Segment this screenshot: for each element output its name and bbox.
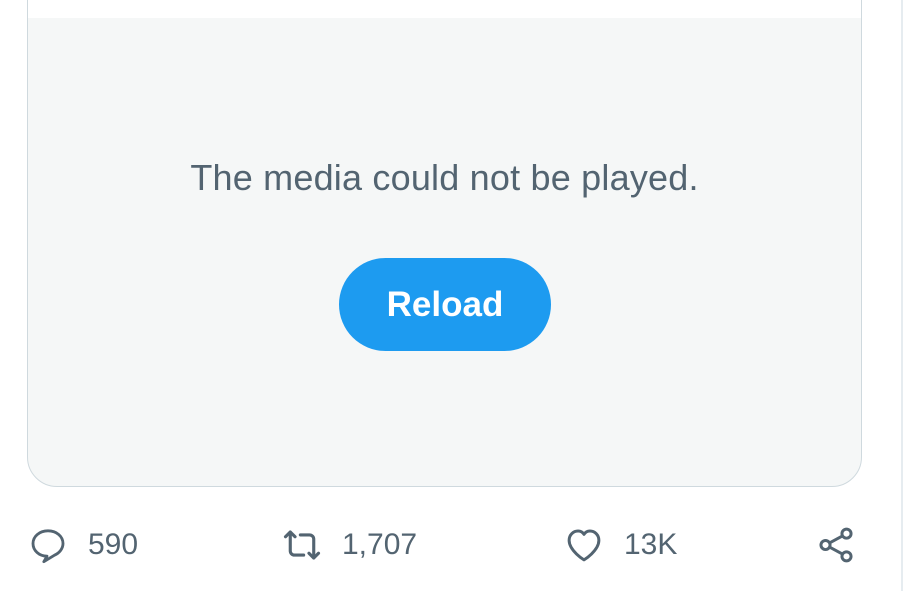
media-player: The media could not be played. Reload [27, 0, 862, 487]
like-button[interactable]: 13K [562, 515, 677, 575]
share-button[interactable] [814, 515, 858, 575]
reply-icon [26, 523, 70, 567]
reload-button[interactable]: Reload [339, 258, 551, 351]
like-count: 13K [624, 528, 678, 561]
retweet-button[interactable]: 1,707 [280, 515, 417, 575]
media-error-message: The media could not be played. [190, 157, 699, 198]
share-icon [814, 523, 858, 567]
reply-count: 590 [88, 528, 139, 561]
retweet-icon [280, 523, 324, 567]
tweet-view: The media could not be played. Reload 59… [0, 0, 906, 591]
media-header-strip [28, 0, 861, 18]
reply-button[interactable]: 590 [26, 515, 138, 575]
retweet-count: 1,707 [342, 528, 418, 561]
column-divider [901, 0, 903, 591]
heart-icon [562, 523, 606, 567]
tweet-action-bar: 590 1,707 13K [0, 515, 906, 575]
